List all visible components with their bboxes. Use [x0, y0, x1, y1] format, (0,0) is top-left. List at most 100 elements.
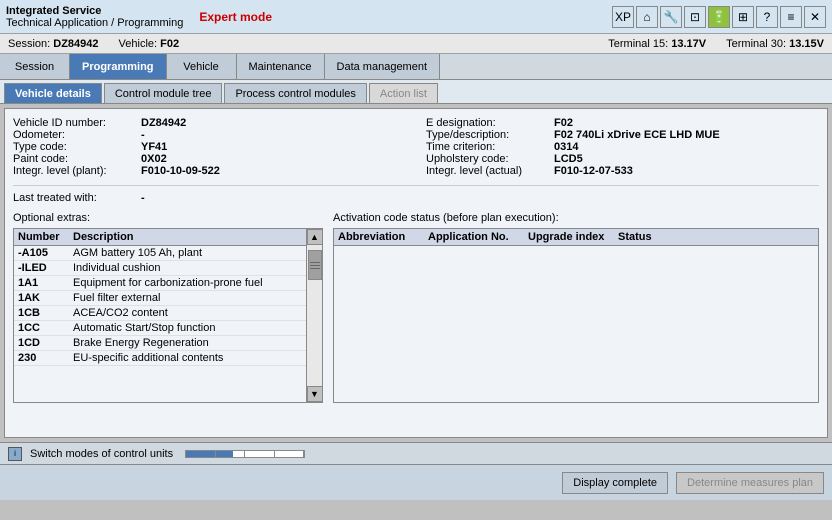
- seg-2: [216, 451, 246, 457]
- terminal30-label: Terminal 30:: [726, 38, 786, 50]
- info-row-time-criterion: Time criterion: 0314: [426, 141, 819, 153]
- image-button[interactable]: ⊞: [732, 6, 754, 28]
- seg-1: [186, 451, 216, 457]
- subtab-control-module-tree[interactable]: Control module tree: [104, 83, 223, 103]
- subtab-vehicle-details[interactable]: Vehicle details: [4, 83, 102, 103]
- activation-col-upgrade: Upgrade index: [528, 231, 618, 243]
- info-row-odometer: Odometer: -: [13, 129, 406, 141]
- subtab-action-list[interactable]: Action list: [369, 83, 438, 103]
- upholstery-code-label: Upholstery code:: [426, 153, 546, 165]
- extras-cell-number: 1CC: [18, 322, 73, 334]
- app-info: Integrated Service Technical Application…: [6, 5, 183, 29]
- optional-extras-title: Optional extras:: [13, 212, 323, 224]
- extras-row[interactable]: 230EU-specific additional contents: [14, 351, 306, 366]
- determine-measures-button[interactable]: Determine measures plan: [676, 472, 824, 494]
- scroll-thumb[interactable]: [308, 250, 322, 280]
- info-row-integr-plant: Integr. level (plant): F010-10-09-522: [13, 165, 406, 177]
- type-code-value: YF41: [141, 141, 167, 153]
- integr-plant-value: F010-10-09-522: [141, 165, 220, 177]
- extras-row[interactable]: 1CCAutomatic Start/Stop function: [14, 321, 306, 336]
- info-row-e-designation: E designation: F02: [426, 117, 819, 129]
- grip-line-1: [310, 262, 320, 263]
- status-text: Switch modes of control units: [30, 448, 173, 460]
- extras-cell-desc: ACEA/CO2 content: [73, 307, 302, 319]
- activation-col-status: Status: [618, 231, 814, 243]
- extras-col-number: Number: [18, 231, 73, 243]
- status-bar: i Switch modes of control units: [0, 442, 832, 464]
- app-subtitle: Technical Application / Programming: [6, 17, 183, 29]
- time-criterion-value: 0314: [554, 141, 578, 153]
- extras-cell-desc: Automatic Start/Stop function: [73, 322, 302, 334]
- wrench-button[interactable]: 🔧: [660, 6, 682, 28]
- grip-line-3: [310, 268, 320, 269]
- tab-session[interactable]: Session: [0, 54, 70, 79]
- extras-row[interactable]: -A105AGM battery 105 Ah, plant: [14, 246, 306, 261]
- scroll-down-button[interactable]: ▼: [307, 386, 323, 402]
- type-description-value: F02 740Li xDrive ECE LHD MUE: [554, 129, 720, 141]
- header-icons: XP ⌂ 🔧 ⊡ 🔋 ⊞ ? ≡ ✕: [612, 6, 826, 28]
- type-description-label: Type/description:: [426, 129, 546, 141]
- activation-col-appno: Application No.: [428, 231, 528, 243]
- xp-button[interactable]: XP: [612, 6, 634, 28]
- vehicle-info-grid: Vehicle ID number: DZ84942 Odometer: - T…: [13, 117, 819, 177]
- scroll-track: [307, 245, 322, 386]
- extras-cell-desc: Brake Energy Regeneration: [73, 337, 302, 349]
- extras-cell-number: 1AK: [18, 292, 73, 304]
- integr-plant-label: Integr. level (plant):: [13, 165, 133, 177]
- tab-programming[interactable]: Programming: [70, 54, 167, 79]
- menu-button[interactable]: ≡: [780, 6, 802, 28]
- scroll-up-button[interactable]: ▲: [307, 229, 323, 245]
- extras-cell-desc: Equipment for carbonization-prone fuel: [73, 277, 302, 289]
- last-treated-row: Last treated with: -: [13, 192, 819, 204]
- last-treated-value: -: [141, 192, 145, 204]
- tab-vehicle[interactable]: Vehicle: [167, 54, 237, 79]
- seg-4: [275, 451, 305, 457]
- progress-bar: [185, 450, 305, 458]
- extras-row[interactable]: -ILEDIndividual cushion: [14, 261, 306, 276]
- paint-code-value: 0X02: [141, 153, 167, 165]
- battery-button[interactable]: 🔋: [708, 6, 730, 28]
- integr-actual-value: F010-12-07-533: [554, 165, 633, 177]
- extras-row[interactable]: 1A1Equipment for carbonization-prone fue…: [14, 276, 306, 291]
- e-designation-value: F02: [554, 117, 573, 129]
- extras-cell-desc: Fuel filter external: [73, 292, 302, 304]
- vehicle-label: Vehicle:: [119, 38, 158, 50]
- odometer-value: -: [141, 129, 145, 141]
- extras-header: Number Description: [14, 229, 306, 246]
- session-bar: Session: DZ84942 Vehicle: F02 Terminal 1…: [0, 34, 832, 54]
- extras-cell-number: -A105: [18, 247, 73, 259]
- screen-button[interactable]: ⊡: [684, 6, 706, 28]
- extras-cell-desc: Individual cushion: [73, 262, 302, 274]
- extras-row[interactable]: 1AKFuel filter external: [14, 291, 306, 306]
- activation-code-section: Activation code status (before plan exec…: [333, 212, 819, 403]
- info-row-type-desc: Type/description: F02 740Li xDrive ECE L…: [426, 129, 819, 141]
- display-complete-button[interactable]: Display complete: [562, 472, 668, 494]
- subtab-process-control-modules[interactable]: Process control modules: [224, 83, 366, 103]
- e-designation-label: E designation:: [426, 117, 546, 129]
- header-bar: Integrated Service Technical Application…: [0, 0, 832, 34]
- activation-col-abbr: Abbreviation: [338, 231, 428, 243]
- question-button[interactable]: ?: [756, 6, 778, 28]
- extras-cell-number: -ILED: [18, 262, 73, 274]
- extras-cell-desc: EU-specific additional contents: [73, 352, 302, 364]
- scroll-grip: [309, 251, 321, 279]
- subtab-nav: Vehicle details Control module tree Proc…: [0, 80, 832, 104]
- extras-cell-number: 1CD: [18, 337, 73, 349]
- info-row-paint-code: Paint code: 0X02: [13, 153, 406, 165]
- terminal15-label: Terminal 15:: [608, 38, 668, 50]
- id-number-label: Vehicle ID number:: [13, 117, 133, 129]
- extras-cell-number: 230: [18, 352, 73, 364]
- last-treated-label: Last treated with:: [13, 192, 133, 204]
- extras-row[interactable]: 1CBACEA/CO2 content: [14, 306, 306, 321]
- odometer-label: Odometer:: [13, 129, 133, 141]
- optional-extras-section: Optional extras: Number Description -A10…: [13, 212, 323, 403]
- session-label: Session:: [8, 38, 50, 50]
- home-button[interactable]: ⌂: [636, 6, 658, 28]
- extras-row[interactable]: 1CDBrake Energy Regeneration: [14, 336, 306, 351]
- close-button[interactable]: ✕: [804, 6, 826, 28]
- extras-scrollbar[interactable]: ▲ ▼: [306, 229, 322, 402]
- type-code-label: Type code:: [13, 141, 133, 153]
- tab-maintenance[interactable]: Maintenance: [237, 54, 325, 79]
- vehicle-value: F02: [160, 38, 179, 50]
- tab-data-management[interactable]: Data management: [325, 54, 441, 79]
